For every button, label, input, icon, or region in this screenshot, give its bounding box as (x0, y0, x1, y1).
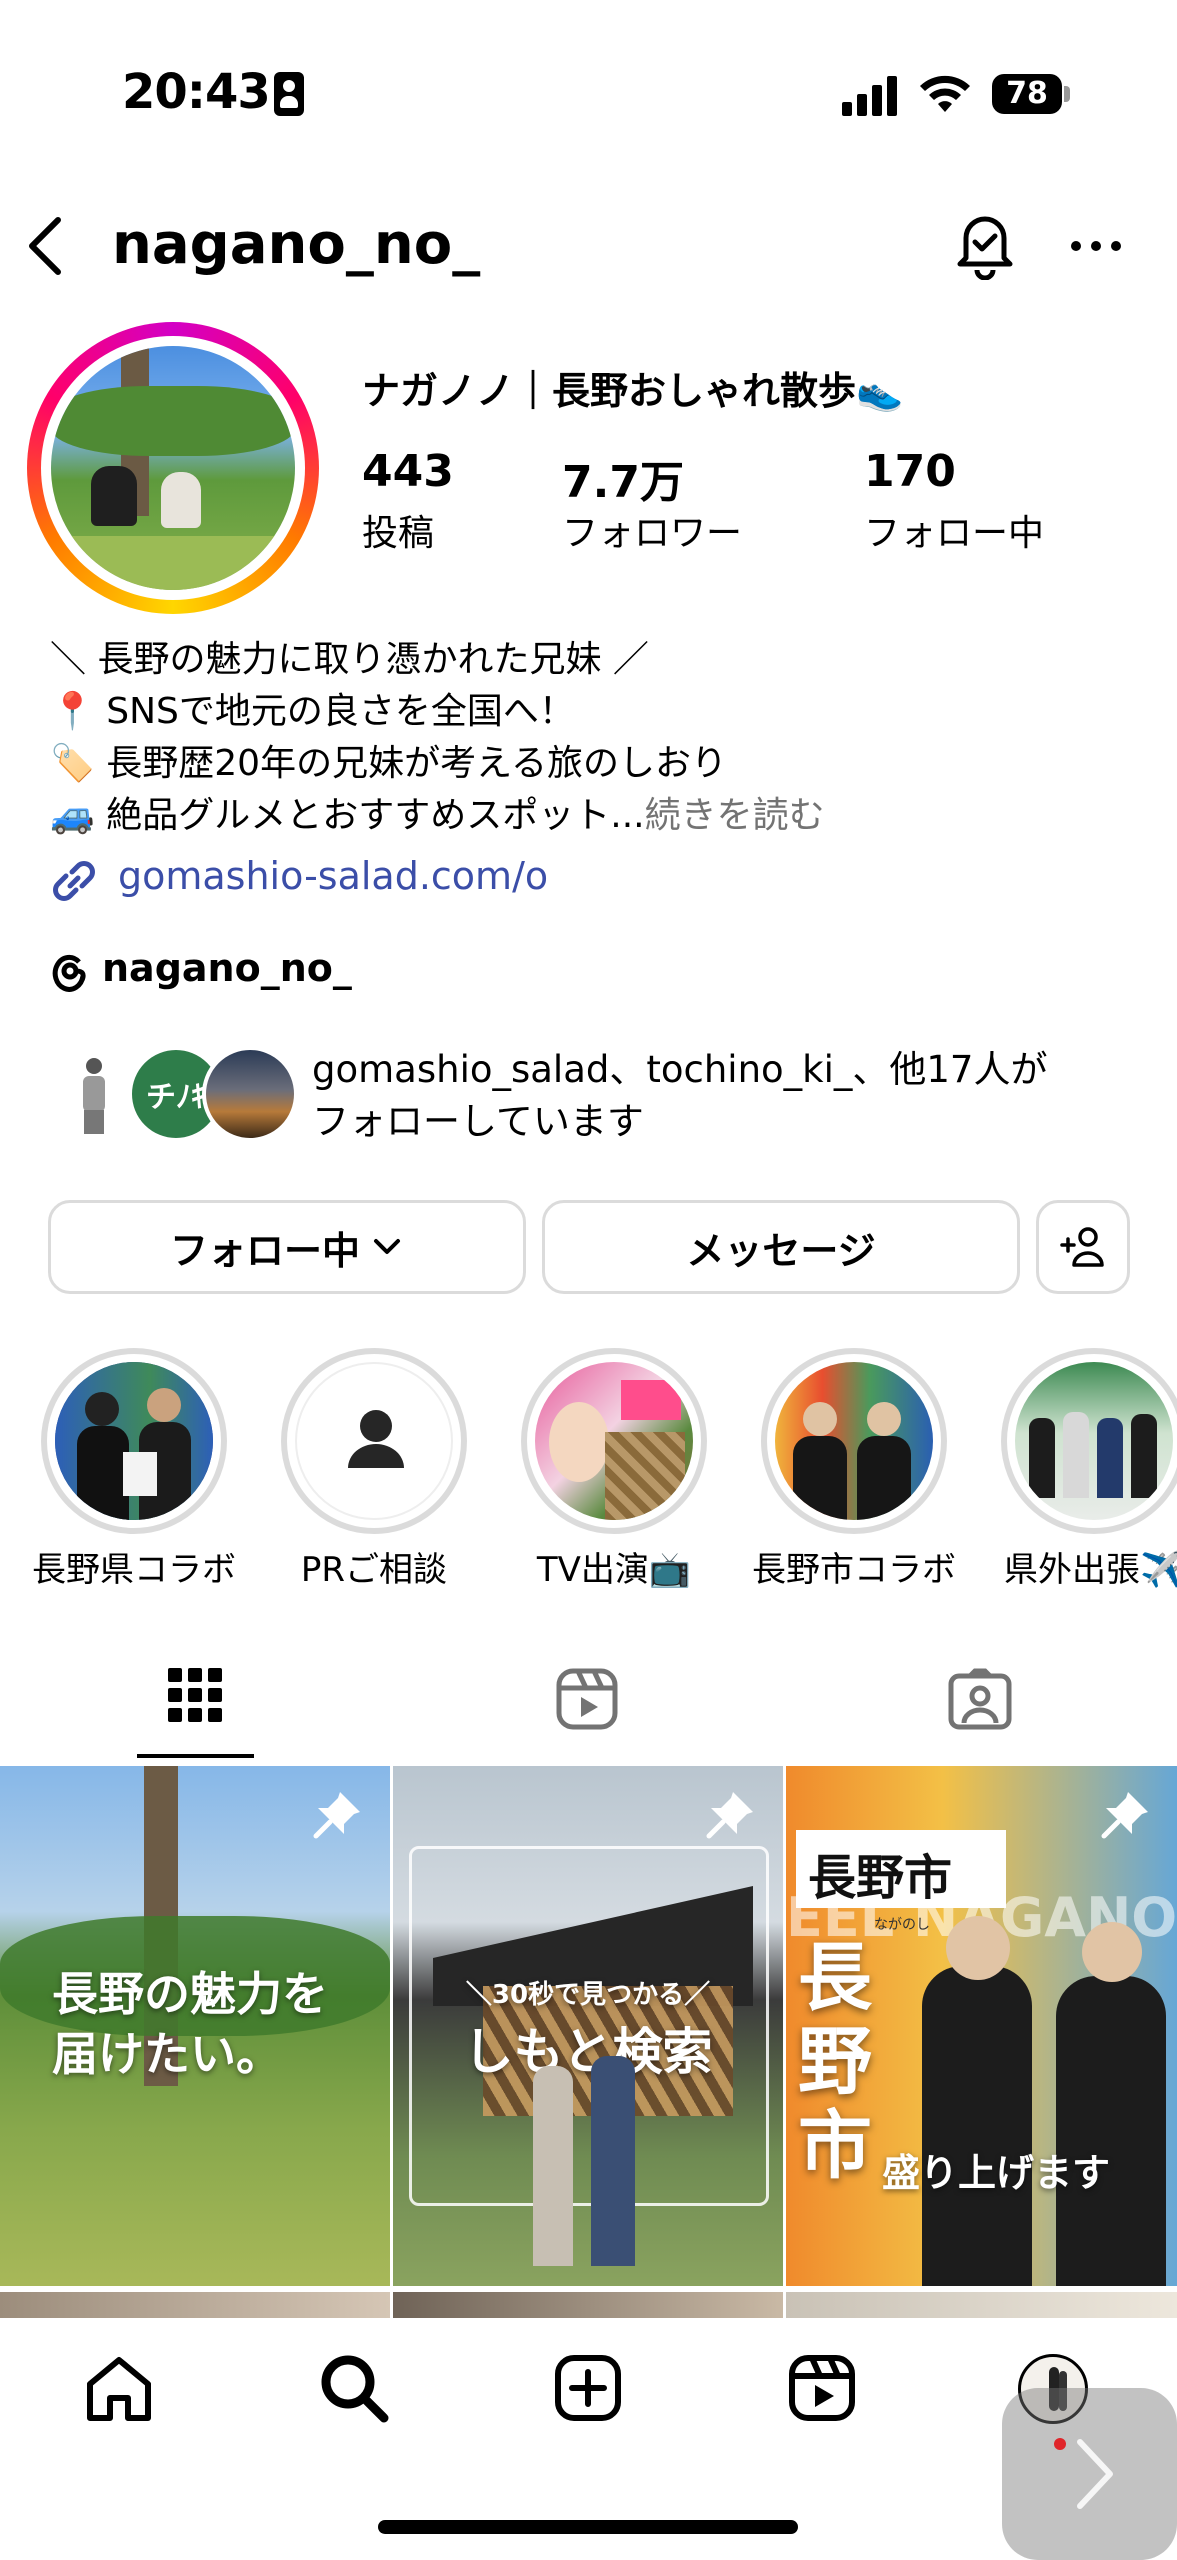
post-2-caption-big: しもと検索 (463, 2023, 713, 2081)
reels-icon[interactable] (556, 1668, 618, 1730)
bio-line-1: ＼ 長野の魅力に取り憑かれた兄妹 ／ (50, 639, 649, 680)
assistive-touch-button[interactable] (1002, 2388, 1177, 2560)
home-icon[interactable] (84, 2354, 154, 2424)
link-icon (53, 861, 95, 901)
add-user-button[interactable] (1036, 1200, 1130, 1294)
pin-icon (313, 1792, 360, 1839)
followers-count[interactable]: 7.7万 (562, 446, 684, 510)
chevron-right-icon (1077, 2439, 1113, 2509)
post-3-badge-sub: ながのし (874, 1917, 930, 1933)
post-2-caption-small: ＼30秒で見つかる／ (465, 1980, 711, 2010)
tagged-icon[interactable] (948, 1668, 1012, 1730)
add-person-icon (1060, 1227, 1104, 1267)
battery-indicator: 78 (992, 74, 1062, 114)
following-label[interactable]: フォロー中 (864, 504, 1044, 556)
bio-line-4-text: 🚙 絶品グルメとおすすめスポット... (50, 795, 645, 836)
post-3-caption: 盛り上げます (882, 2151, 1111, 2195)
post-tile-1[interactable]: 長野の魅力を 届けたい。 (0, 1766, 390, 2286)
active-tab-indicator (137, 1754, 254, 1758)
mutual-avatar-3 (202, 1046, 298, 1142)
message-button[interactable]: メッセージ (542, 1200, 1020, 1294)
highlight-1-label[interactable]: 長野県コラボ (14, 1542, 254, 1591)
following-count[interactable]: 170 (864, 446, 956, 497)
post-tile-3[interactable]: EEL NAGANO BE NATURE 長野市 ながのし 長野市 盛り上げます (786, 1766, 1177, 2286)
highlight-4-label[interactable]: 長野市コラボ (734, 1542, 974, 1591)
person-icon (348, 1410, 404, 1468)
following-button[interactable]: フォロー中 (48, 1200, 526, 1294)
bio-line-4: 🚙 絶品グルメとおすすめスポット...続きを読む (50, 786, 825, 838)
highlight-3-thumb (535, 1362, 693, 1520)
posts-label: 投稿 (362, 513, 435, 554)
post-1-caption-2: 届けたい。 (52, 2027, 282, 2081)
status-time: 20:43 (122, 64, 271, 120)
more-options-icon[interactable] (1068, 236, 1124, 256)
search-icon[interactable] (318, 2352, 390, 2424)
grid-icon[interactable] (168, 1668, 222, 1722)
highlight-5-label[interactable]: 県外出張✈️ (974, 1542, 1177, 1591)
bio-line-2: 📍 SNSで地元の良さを全国へ！ (50, 691, 575, 732)
highlight-5-thumb (1015, 1362, 1173, 1520)
posts-count: 443 (362, 446, 454, 497)
wifi-icon (920, 75, 970, 112)
highlight-4-thumb (775, 1362, 933, 1520)
display-name: ナガノノ｜長野おしゃれ散歩👟 (362, 369, 904, 413)
home-indicator (378, 2520, 798, 2534)
post-tile-2[interactable]: ＼30秒で見つかる／ しもと検索 (393, 1766, 783, 2286)
cellular-signal-icon (842, 76, 897, 116)
post-3-badge: 長野市 (808, 1850, 953, 1906)
highlight-1-thumb (55, 1362, 213, 1520)
highlight-3-label[interactable]: TV出演📺 (494, 1542, 734, 1591)
message-button-label: メッセージ (686, 1228, 876, 1273)
followers-label[interactable]: フォロワー (562, 504, 742, 556)
create-post-icon[interactable] (554, 2354, 622, 2422)
followed-by-line-1: gomashio_salad、tochino_ki_、他17人が (312, 1048, 1048, 1091)
reels-nav-icon[interactable] (788, 2354, 856, 2422)
following-button-label: フォロー中 (169, 1228, 360, 1273)
highlight-2-thumb (295, 1362, 453, 1520)
profile-link[interactable]: gomashio-salad.com/o (118, 854, 548, 898)
notification-bell-icon[interactable] (952, 208, 1018, 280)
screen-record-icon (274, 72, 304, 116)
followed-by-line-2: フォローしています (312, 1100, 644, 1143)
battery-nub (1064, 86, 1070, 102)
pin-icon (1101, 1792, 1148, 1839)
chevron-down-icon (374, 1239, 400, 1254)
bio-line-3: 🏷️ 長野歴20年の兄妹が考える旅のしおり (50, 743, 727, 784)
post-3-vertical-text: 長野市 (798, 1935, 872, 2189)
pin-icon (706, 1792, 753, 1839)
post-1-caption-1: 長野の魅力を (52, 1967, 328, 2021)
read-more-link[interactable]: 続きを読む (645, 795, 825, 836)
avatar[interactable] (51, 346, 295, 590)
followed-by-text: gomashio_salad、tochino_ki_、他17人が フォローしてい… (312, 1044, 1142, 1148)
back-arrow-icon[interactable] (22, 214, 66, 278)
threads-icon[interactable] (48, 948, 90, 992)
header-username: nagano_no_ (112, 212, 481, 277)
threads-handle[interactable]: nagano_no_ (102, 946, 352, 990)
highlight-2-label[interactable]: PRご相談 (254, 1542, 494, 1591)
